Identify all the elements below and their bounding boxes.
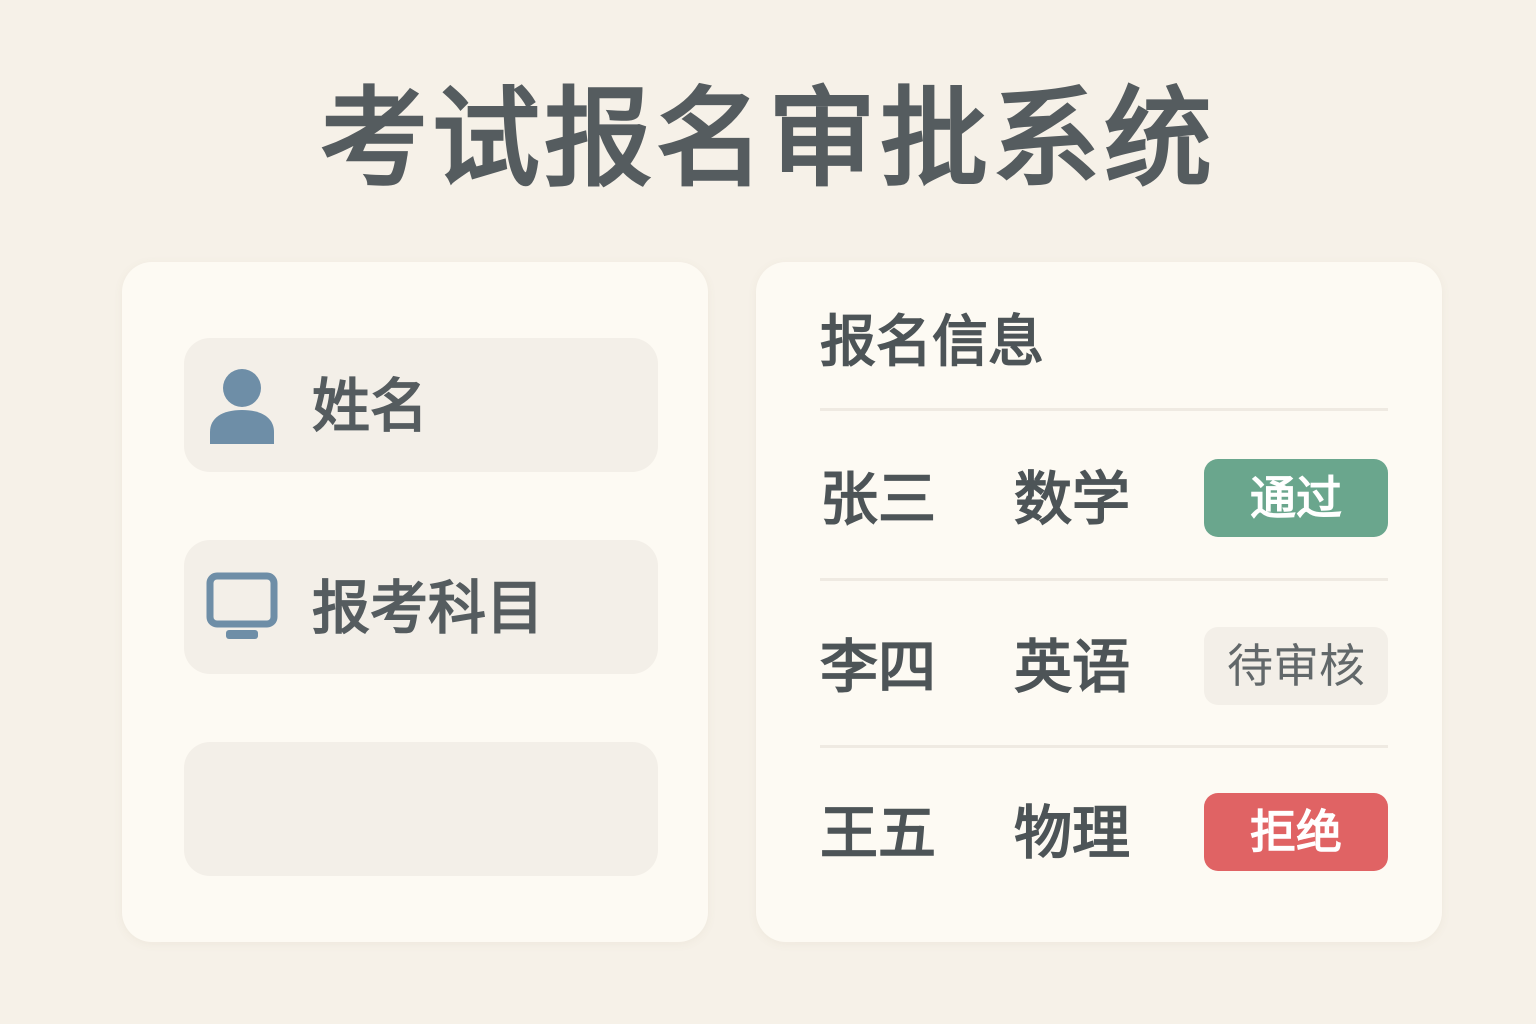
name-field-label: 姓名	[312, 372, 429, 440]
applicant-name: 张三	[820, 465, 937, 533]
status-badge-pending[interactable]: 待审核	[1204, 627, 1388, 705]
registration-info-title: 报名信息	[820, 310, 1044, 375]
divider	[820, 578, 1388, 581]
registration-row: 李四 英语 待审核	[756, 618, 1442, 714]
exam-subject: 物理	[1014, 799, 1131, 867]
registration-row: 张三 数学 通过	[756, 450, 1442, 546]
exam-subject: 数学	[1014, 465, 1131, 533]
registration-form-panel: 姓名 报考科目	[122, 262, 708, 942]
monitor-icon	[206, 570, 278, 646]
divider	[820, 408, 1388, 411]
applicant-name: 李四	[820, 633, 937, 701]
user-icon	[206, 368, 278, 444]
applicant-name: 王五	[820, 799, 937, 867]
registration-info-panel: 报名信息 张三 数学 通过 李四 英语 待审核 王五 物理 拒绝	[756, 262, 1442, 942]
empty-field[interactable]	[184, 742, 658, 876]
page-title: 考试报名审批系统	[319, 77, 1216, 202]
exam-subject-field[interactable]: 报考科目	[184, 540, 658, 674]
name-field[interactable]: 姓名	[184, 338, 658, 472]
status-badge-approved[interactable]: 通过	[1204, 459, 1388, 537]
registration-row: 王五 物理 拒绝	[756, 784, 1442, 880]
exam-subject: 英语	[1014, 633, 1131, 701]
exam-subject-field-label: 报考科目	[312, 574, 545, 642]
status-badge-rejected[interactable]: 拒绝	[1204, 793, 1388, 871]
divider	[820, 745, 1388, 748]
